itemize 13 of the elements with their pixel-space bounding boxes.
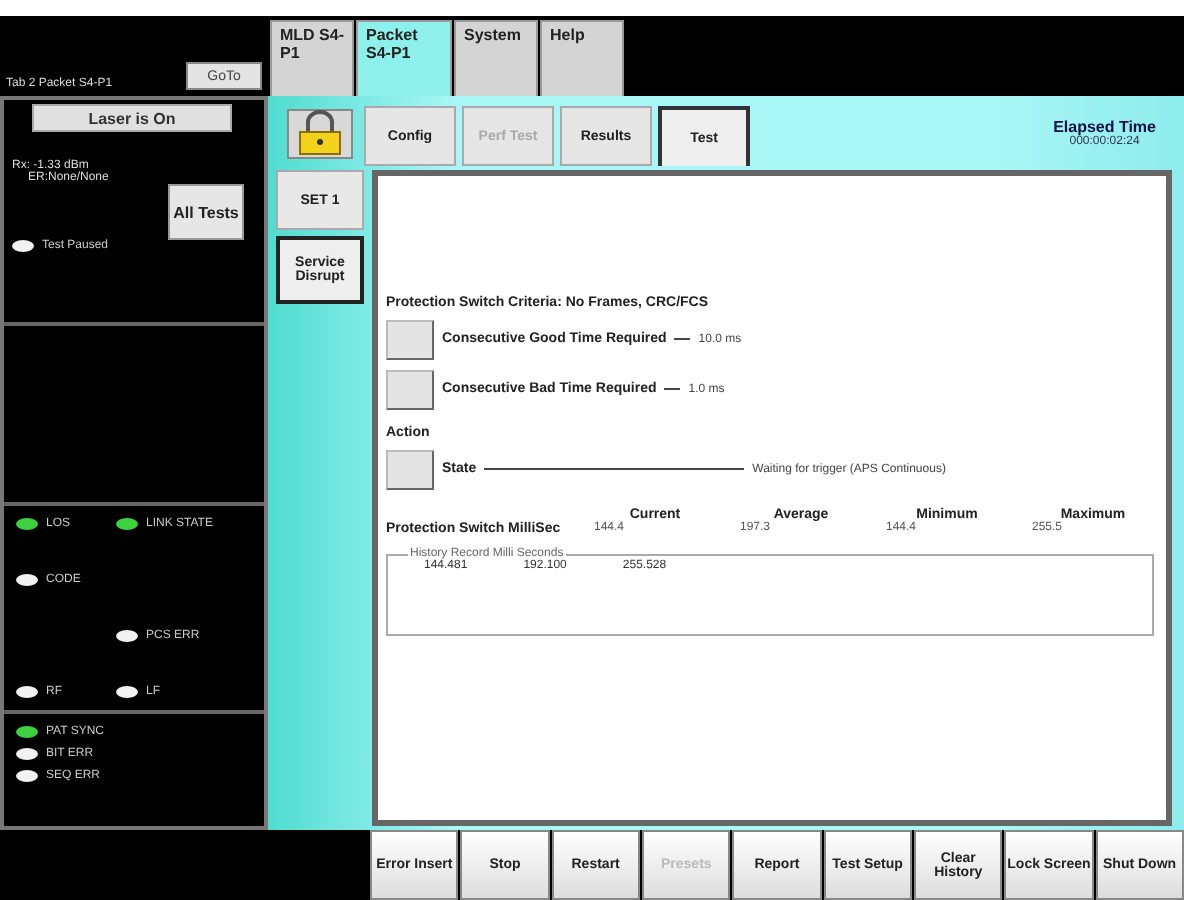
setting-button[interactable] — [386, 449, 434, 489]
lock-icon[interactable] — [286, 107, 354, 159]
laser-button[interactable]: Laser is On — [32, 104, 232, 132]
main-tab[interactable]: Help — [540, 20, 624, 96]
main-tab[interactable]: Packet S4-P1 — [356, 20, 452, 96]
leader-line — [674, 338, 691, 340]
elapsed-time-label: Elapsed Time — [1053, 118, 1156, 136]
setting-button[interactable] — [386, 319, 434, 359]
main-tab[interactable]: MLD S4-P1 — [270, 20, 354, 96]
setting-button[interactable] — [386, 369, 434, 409]
main-tab[interactable]: System — [454, 20, 538, 96]
all-tests-button[interactable]: All Tests — [168, 184, 244, 240]
leader-line — [664, 388, 681, 390]
